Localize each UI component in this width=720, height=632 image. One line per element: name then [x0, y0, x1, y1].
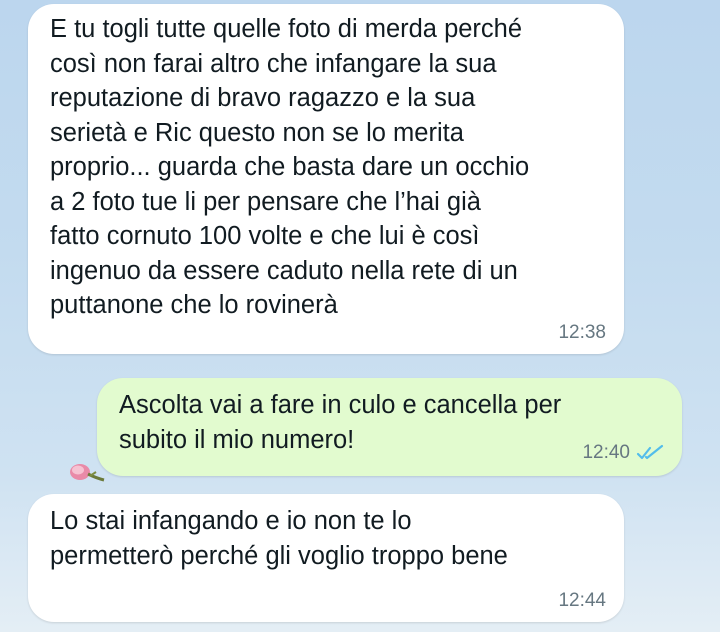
message-meta: 12:40 [582, 442, 666, 464]
message-meta: 12:44 [558, 590, 606, 612]
message-timestamp: 12:38 [558, 322, 606, 343]
message-timestamp: 12:44 [558, 590, 606, 611]
message-text: Lo stai infangando e io non te lo permet… [50, 504, 602, 573]
message-meta: 12:38 [558, 322, 606, 344]
message-line: subito il mio numero! [119, 425, 355, 454]
message-text: Ascolta vai a fare in culo e cancella pe… [119, 388, 660, 457]
message-line: Lo stai infangando e io non te lo [50, 507, 412, 535]
message-line: così non farai altro che infangare la su… [50, 49, 497, 78]
incoming-message-bubble[interactable]: E tu togli tutte quelle foto di merda pe… [28, 4, 624, 354]
message-line: E tu togli tutte quelle foto di merda pe… [50, 15, 523, 43]
outgoing-message-bubble[interactable]: Ascolta vai a fare in culo e cancella pe… [97, 378, 682, 476]
double-check-icon [636, 444, 664, 460]
message-line: serietà e Ric questo non se lo merita [50, 118, 464, 147]
message-line: fatto cornuto 100 volte e che lui è così [50, 222, 480, 250]
message-line: permetterò perché gli voglio troppo bene [50, 541, 508, 570]
message-line: a 2 foto tue li per pensare che l’hai gi… [50, 187, 481, 216]
message-line: Ascolta vai a fare in culo e cancella pe… [119, 391, 562, 419]
message-text: E tu togli tutte quelle foto di merda pe… [50, 12, 602, 323]
message-timestamp: 12:40 [582, 442, 630, 463]
message-line: reputazione di bravo ragazzo e la sua [50, 84, 476, 112]
message-line: ingenuo da essere caduto nella rete di u… [50, 256, 518, 285]
message-line: proprio... guarda che basta dare un occh… [50, 153, 530, 181]
message-line: puttanone che lo rovinerà [50, 291, 338, 319]
incoming-message-bubble[interactable]: Lo stai infangando e io non te lo permet… [28, 494, 624, 622]
